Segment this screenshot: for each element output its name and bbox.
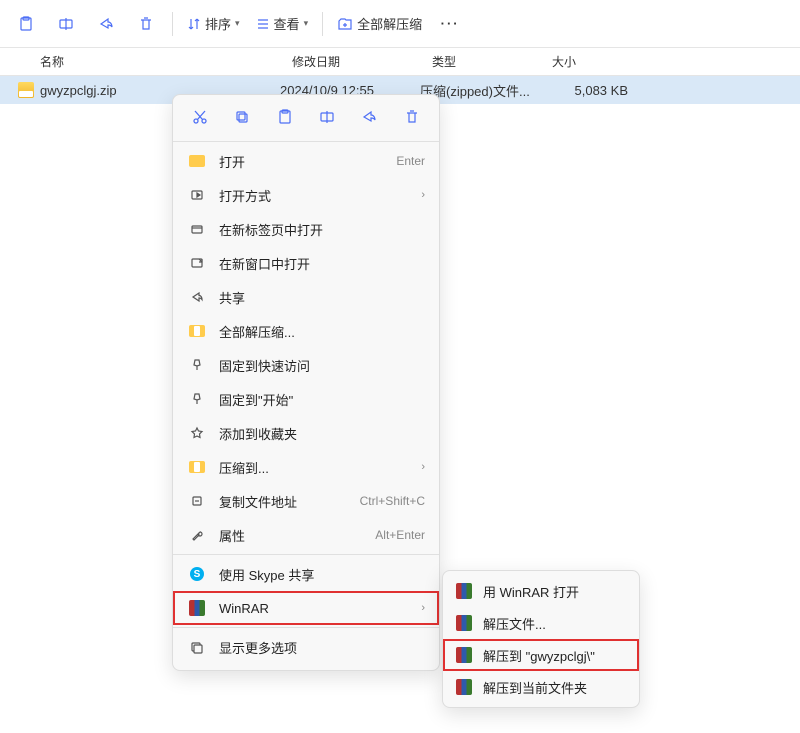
menu-add-favorite[interactable]: 添加到收藏夹: [173, 416, 439, 450]
share-icon[interactable]: [88, 6, 124, 42]
share-icon[interactable]: [351, 99, 387, 135]
separator: [173, 554, 439, 555]
winrar-icon: [455, 615, 473, 631]
copy-icon[interactable]: [224, 99, 260, 135]
menu-copy-path[interactable]: 复制文件地址 Ctrl+Shift+C: [173, 484, 439, 518]
zip-file-icon: [18, 82, 34, 98]
copy-path-icon: [187, 494, 207, 508]
separator: [322, 12, 323, 36]
tab-icon: [187, 222, 207, 236]
header-date[interactable]: 修改日期: [280, 53, 420, 70]
extract-icon: [337, 16, 353, 32]
separator: [173, 141, 439, 142]
menu-show-more[interactable]: 显示更多选项: [173, 630, 439, 664]
sort-icon: [187, 17, 201, 31]
winrar-icon: [455, 583, 473, 599]
chevron-down-icon: ▾: [235, 18, 240, 29]
menu-pin-quick[interactable]: 固定到快速访问: [173, 348, 439, 382]
menu-compress[interactable]: 压缩到... ›: [173, 450, 439, 484]
context-menu-toolbar: [173, 95, 439, 139]
menu-open-new-tab[interactable]: 在新标签页中打开: [173, 212, 439, 246]
view-icon: [256, 17, 270, 31]
menu-open-new-window[interactable]: 在新窗口中打开: [173, 246, 439, 280]
more-icon[interactable]: ···: [432, 6, 468, 42]
chevron-right-icon: ›: [421, 189, 425, 201]
header-size[interactable]: 大小: [540, 53, 640, 70]
main-toolbar: 排序 ▾ 查看 ▾ 全部解压缩 ···: [0, 0, 800, 48]
menu-open[interactable]: 打开 Enter: [173, 144, 439, 178]
submenu-open-winrar[interactable]: 用 WinRAR 打开: [443, 575, 639, 607]
pin-icon: [187, 392, 207, 406]
chevron-down-icon: ▾: [304, 18, 309, 29]
compress-icon: [187, 461, 207, 473]
menu-open-with[interactable]: 打开方式 ›: [173, 178, 439, 212]
skype-icon: S: [187, 567, 207, 581]
file-size: 5,083 KB: [540, 83, 640, 98]
share-icon: [187, 290, 207, 304]
header-type[interactable]: 类型: [420, 53, 540, 70]
winrar-icon: [455, 679, 473, 695]
view-button[interactable]: 查看 ▾: [250, 6, 315, 42]
separator: [172, 12, 173, 36]
submenu-extract-to-folder[interactable]: 解压到 "gwyzpclgj\": [443, 639, 639, 671]
paste-icon[interactable]: [267, 99, 303, 135]
cut-icon[interactable]: [182, 99, 218, 135]
menu-pin-start[interactable]: 固定到"开始": [173, 382, 439, 416]
window-icon: [187, 256, 207, 270]
rename-icon[interactable]: [48, 6, 84, 42]
menu-share[interactable]: 共享: [173, 280, 439, 314]
chevron-right-icon: ›: [421, 602, 425, 614]
winrar-icon: [187, 600, 207, 616]
menu-skype[interactable]: S 使用 Skype 共享: [173, 557, 439, 591]
extract-all-button[interactable]: 全部解压缩: [331, 6, 428, 42]
delete-icon[interactable]: [128, 6, 164, 42]
extract-all-label: 全部解压缩: [357, 14, 422, 33]
wrench-icon: [187, 528, 207, 542]
more-options-icon: [187, 640, 207, 654]
column-headers: 名称 修改日期 类型 大小: [0, 48, 800, 76]
chevron-right-icon: ›: [421, 461, 425, 473]
menu-properties[interactable]: 属性 Alt+Enter: [173, 518, 439, 552]
paste-icon[interactable]: [8, 6, 44, 42]
menu-extract-all[interactable]: 全部解压缩...: [173, 314, 439, 348]
separator: [173, 627, 439, 628]
view-label: 查看: [274, 14, 300, 33]
header-name[interactable]: 名称: [0, 53, 280, 70]
winrar-icon: [455, 647, 473, 663]
submenu-extract-here[interactable]: 解压到当前文件夹: [443, 671, 639, 703]
menu-winrar[interactable]: WinRAR ›: [173, 591, 439, 625]
folder-icon: [187, 155, 207, 167]
star-icon: [187, 426, 207, 440]
sort-button[interactable]: 排序 ▾: [181, 6, 246, 42]
open-with-icon: [187, 188, 207, 202]
extract-icon: [187, 325, 207, 337]
sort-label: 排序: [205, 14, 231, 33]
submenu-extract-files[interactable]: 解压文件...: [443, 607, 639, 639]
winrar-submenu: 用 WinRAR 打开 解压文件... 解压到 "gwyzpclgj\" 解压到…: [442, 570, 640, 708]
pin-icon: [187, 358, 207, 372]
context-menu: 打开 Enter 打开方式 › 在新标签页中打开 在新窗口中打开 共享 全部解压…: [172, 94, 440, 671]
delete-icon[interactable]: [394, 99, 430, 135]
rename-icon[interactable]: [309, 99, 345, 135]
